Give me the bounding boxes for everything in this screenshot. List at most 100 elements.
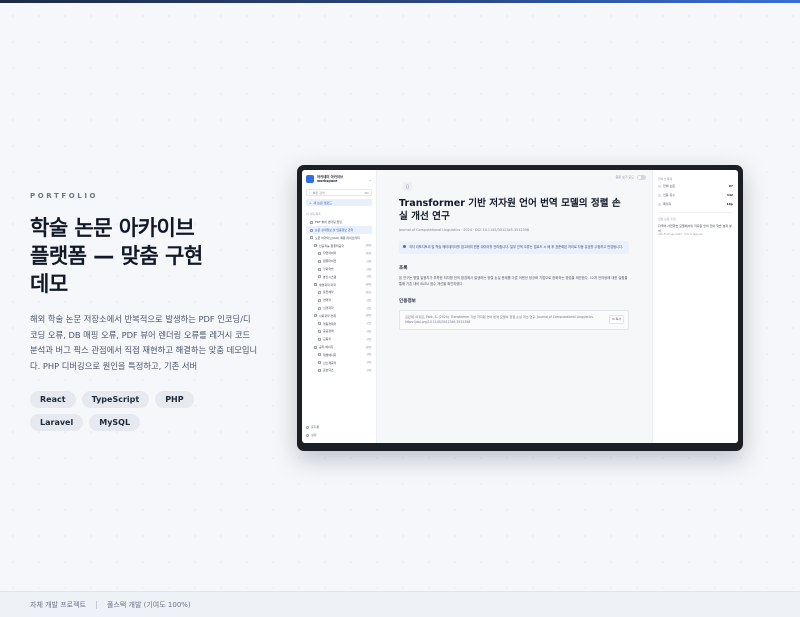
sidebar-item-settings[interactable]: 설정 bbox=[306, 431, 319, 439]
abstract-text: 본 연구는 병렬 말뭉치가 부족한 저자원 언어 환경에서 발생하는 정렬 손실… bbox=[399, 276, 628, 286]
copy-citation-button[interactable]: ⧉ 복사 bbox=[609, 315, 624, 325]
sidebar-tree-item[interactable]: 분산시스템 (2) bbox=[306, 273, 372, 281]
sidebar-tree-item[interactable]: 자연어처리 (15) bbox=[306, 250, 372, 258]
file-icon bbox=[318, 322, 321, 326]
view-mode-label: 원문 보기 모드 bbox=[615, 175, 634, 179]
notice-text: 저자 리포지토리 및 학술 메타데이터를 참고하여 원문 데이터를 관리합니다.… bbox=[409, 245, 623, 249]
footer-project-type: 자체 개발 프로젝트 bbox=[30, 600, 86, 609]
file-icon bbox=[318, 361, 321, 365]
tech-chip-php: PHP bbox=[155, 391, 194, 408]
tech-chip-typescript: TypeScript bbox=[81, 391, 150, 408]
folder-icon bbox=[310, 228, 313, 232]
sidebar-tree-item[interactable]: 신경과학 (5) bbox=[306, 304, 372, 312]
tree-item-count: (7) bbox=[366, 322, 372, 326]
tech-chip-react: React bbox=[30, 391, 76, 408]
device-mockup: 아카데미 아카이브 workspace ⌄ ⌕ 빠른 검색 ⌘K + 새 논문 … bbox=[297, 165, 743, 451]
tree-item-label: 면역학 bbox=[323, 298, 331, 303]
tree-item-label: 공공정책 bbox=[323, 329, 334, 334]
tech-stack-chips: React TypeScript PHP Laravel MySQL bbox=[30, 391, 250, 431]
related-paper-link[interactable]: 다국어 사전학습 모델에서의 저자원 언어 전이 학습 효과 분석 bbox=[658, 224, 733, 233]
sidebar-tree-item[interactable]: 생명과학·의학 (24) bbox=[306, 281, 372, 289]
sidebar-footer: 휴지통 설정 bbox=[306, 423, 319, 439]
sidebar-search[interactable]: ⌕ 빠른 검색 ⌘K bbox=[306, 189, 372, 197]
footer-role: 풀스택 개발 (기여도 100%) bbox=[106, 600, 191, 609]
tree-item-label: 생명과학·의학 bbox=[319, 282, 336, 287]
search-shortcut: ⌘K bbox=[364, 190, 369, 195]
new-paper-label: 새 논문 업로드 bbox=[313, 200, 332, 205]
paper-detail: Transformer 기반 저자원 언어 번역 모델의 정렬 손실 개선 연구… bbox=[399, 197, 629, 330]
project-description: 해외 학술 논문 저장소에서 반복적으로 발생하는 PDF 인코딩/디코딩 오류… bbox=[30, 314, 258, 371]
folder-icon bbox=[314, 314, 317, 318]
abstract-heading: 초록 bbox=[399, 266, 408, 272]
tree-item-count: (24) bbox=[364, 283, 372, 287]
tree-item-label: 로보틱스 bbox=[323, 368, 334, 373]
sidebar-tree-item[interactable]: 면역학 (8) bbox=[306, 296, 372, 304]
document-count-icon bbox=[658, 184, 661, 188]
app-sidebar: 아카데미 아카이브 workspace ⌄ ⌕ 빠른 검색 ⌘K + 새 논문 … bbox=[302, 170, 377, 443]
library-tree: PDF 뷰어 렌더링 원인논문 상세정보 및 인용정보 관리 오픈 아카이브(OA… bbox=[306, 218, 372, 374]
document-toolbar: 원문 보기 모드 bbox=[377, 170, 652, 184]
tree-item-label: 사회과학·경제 bbox=[319, 313, 336, 318]
sidebar-tree-item[interactable]: 오픈 아카이브(OAI) 매핑 라이브러리 bbox=[306, 234, 372, 242]
sidebar-tree-item[interactable]: 컴퓨터비전 (9) bbox=[306, 257, 372, 265]
stat-row: 페이지 18p bbox=[658, 200, 733, 208]
paper-meta: Journal of Computational Linguistics · 2… bbox=[399, 228, 529, 232]
tree-item-count: (15) bbox=[364, 345, 372, 349]
tree-item-label: 유전체학 bbox=[323, 290, 334, 295]
related-paper-meta: ACL Findings 2023 · Kim & Nguyen bbox=[658, 233, 704, 237]
folder-icon bbox=[314, 244, 317, 248]
citation-text: 김민재, 이지은, Park, S. (2024). Transformer 기… bbox=[405, 315, 594, 325]
file-icon bbox=[318, 298, 321, 302]
sidebar-tree-item[interactable]: 재생에너지 (6) bbox=[306, 351, 372, 359]
folder-icon bbox=[314, 345, 317, 349]
tree-item-count: (11) bbox=[364, 290, 372, 294]
stat-row: 전체 논문 87 bbox=[658, 182, 733, 190]
file-icon bbox=[318, 267, 321, 271]
tree-item-label: 인공지능·컴퓨터공학 bbox=[319, 243, 344, 248]
sidebar-tree-item[interactable]: 인공지능·컴퓨터공학 (32) bbox=[306, 242, 372, 250]
stats-heading: 컬렉션 통계 bbox=[658, 177, 673, 181]
new-paper-button[interactable]: + 새 논문 업로드 bbox=[306, 199, 372, 207]
folder-icon bbox=[310, 236, 313, 240]
view-mode-toggle[interactable] bbox=[637, 174, 646, 180]
workspace-switcher[interactable]: 아카데미 아카이브 workspace ⌄ bbox=[306, 175, 372, 184]
sidebar-tree-item[interactable]: 유전체학 (11) bbox=[306, 289, 372, 297]
tree-item-count: (5) bbox=[366, 306, 372, 310]
tree-item-count: (18) bbox=[364, 314, 372, 318]
tree-item-label: 논문 상세정보 및 인용정보 관리 bbox=[315, 228, 354, 233]
sidebar-tree-item[interactable]: 행동경제학 (7) bbox=[306, 320, 372, 328]
sidebar-tree-item[interactable]: 사회과학·경제 (18) bbox=[306, 312, 372, 320]
file-icon bbox=[318, 368, 321, 372]
search-placeholder: 빠른 검색 bbox=[312, 190, 325, 195]
sidebar-section-label: 내 서재 목록 bbox=[306, 212, 321, 217]
sidebar-tree-item[interactable]: 강화학습 (6) bbox=[306, 265, 372, 273]
chevron-down-icon: ⌄ bbox=[368, 176, 372, 182]
info-panel: 컬렉션 통계 전체 논문 87 인용 횟수 342 페이지 18p 관련 논문 추천 … bbox=[652, 170, 738, 443]
paper-title: Transformer 기반 저자원 언어 번역 모델의 정렬 손실 개선 연구 bbox=[399, 198, 621, 222]
sidebar-tree-item[interactable]: 로보틱스 (4) bbox=[306, 367, 372, 375]
tree-item-label: PDF 뷰어 렌더링 원인 bbox=[315, 220, 343, 225]
trash-icon bbox=[306, 425, 309, 429]
sidebar-tree-item[interactable]: 신소재공학 (5) bbox=[306, 359, 372, 367]
sidebar-tree-item[interactable]: 공학·에너지 (15) bbox=[306, 343, 372, 351]
citation-heading: 인용정보 bbox=[399, 299, 416, 305]
tree-item-label: 교육학 bbox=[323, 337, 331, 342]
stat-row: 인용 횟수 342 bbox=[658, 191, 733, 199]
tech-chip-laravel: Laravel bbox=[30, 414, 84, 431]
citation-box: 김민재, 이지은, Park, S. (2024). Transformer 기… bbox=[399, 310, 629, 330]
sidebar-item-trash[interactable]: 휴지통 bbox=[306, 423, 319, 431]
sidebar-tree-item[interactable]: PDF 뷰어 렌더링 원인 bbox=[306, 218, 372, 226]
sidebar-tree-item[interactable]: 논문 상세정보 및 인용정보 관리 bbox=[306, 226, 372, 234]
sidebar-tree-item[interactable]: 공공정책 (6) bbox=[306, 328, 372, 336]
tree-item-count: (4) bbox=[366, 368, 372, 372]
portfolio-intro: PORTFOLIO 학술 논문 아카이브 플랫폼 — 맞춤 구현 데모 해외 학… bbox=[30, 192, 260, 431]
sidebar-tree-item[interactable]: 교육학 (5) bbox=[306, 335, 372, 343]
tree-item-count: (15) bbox=[364, 251, 372, 255]
document-view: 원문 보기 모드 ▯ Transformer 기반 저자원 언어 번역 모델의 … bbox=[377, 170, 652, 443]
app-logo-icon bbox=[306, 175, 314, 184]
info-notice: 저자 리포지토리 및 학술 메타데이터를 참고하여 원문 데이터를 관리합니다.… bbox=[399, 241, 629, 255]
tree-item-label: 신경과학 bbox=[323, 306, 334, 311]
title-line-2: 플랫폼 — 맞춤 구현 bbox=[30, 244, 203, 268]
related-heading: 관련 논문 추천 bbox=[658, 217, 676, 221]
page-icon bbox=[658, 202, 661, 206]
